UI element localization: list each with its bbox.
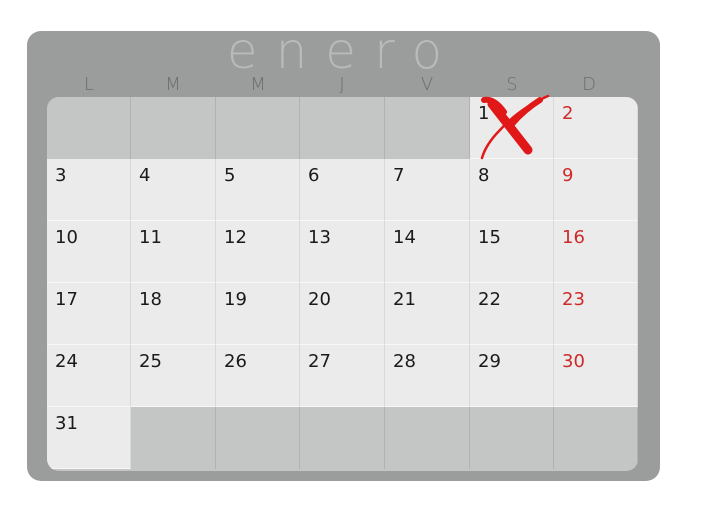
day-number: 9 (562, 165, 574, 186)
day-cell[interactable]: 22 (470, 283, 554, 345)
day-number: 31 (55, 413, 78, 434)
empty-cell (216, 97, 300, 159)
empty-cell (131, 407, 216, 469)
day-cell[interactable]: 12 (216, 221, 300, 283)
day-cell[interactable]: 16 (554, 221, 638, 283)
day-number: 30 (562, 351, 585, 372)
day-number: 18 (139, 289, 162, 310)
day-cell[interactable]: 25 (131, 345, 216, 407)
day-number: 24 (55, 351, 78, 372)
day-number: 6 (308, 165, 320, 186)
day-number: 10 (55, 227, 78, 248)
day-cell[interactable]: 23 (554, 283, 638, 345)
day-cell[interactable]: 27 (300, 345, 385, 407)
weekday-label: D (582, 74, 596, 95)
day-cell[interactable]: 21 (385, 283, 470, 345)
day-number: 12 (224, 227, 247, 248)
day-number: 26 (224, 351, 247, 372)
day-cell[interactable]: 13 (300, 221, 385, 283)
day-number: 14 (393, 227, 416, 248)
day-number: 8 (478, 165, 490, 186)
weekday-label: L (83, 74, 95, 95)
day-cell[interactable]: 18 (131, 283, 216, 345)
day-cell[interactable]: 10 (47, 221, 131, 283)
month-title: enero (226, 22, 461, 80)
weekday-label: J (339, 74, 345, 95)
day-number: 22 (478, 289, 501, 310)
empty-cell (216, 407, 300, 469)
empty-cell (554, 407, 638, 469)
day-cell[interactable]: 4 (131, 159, 216, 221)
day-number: 16 (562, 227, 585, 248)
day-number: 21 (393, 289, 416, 310)
day-number: 27 (308, 351, 331, 372)
day-cell[interactable]: 7 (385, 159, 470, 221)
day-cell[interactable]: 19 (216, 283, 300, 345)
weekday-label: S (506, 74, 518, 95)
day-number: 28 (393, 351, 416, 372)
day-number: 4 (139, 165, 151, 186)
day-number: 25 (139, 351, 162, 372)
day-number: 13 (308, 227, 331, 248)
empty-cell (300, 97, 385, 159)
day-cell[interactable]: 3 (47, 159, 131, 221)
weekday-label: M (165, 74, 181, 95)
day-cell[interactable]: 8 (470, 159, 554, 221)
day-cell[interactable]: 31 (47, 407, 131, 469)
day-cell[interactable]: 26 (216, 345, 300, 407)
day-cell[interactable]: 30 (554, 345, 638, 407)
day-number: 3 (55, 165, 67, 186)
day-number: 15 (478, 227, 501, 248)
day-number: 19 (224, 289, 247, 310)
day-number: 29 (478, 351, 501, 372)
empty-cell (300, 407, 385, 469)
empty-cell (385, 407, 470, 469)
day-number: 7 (393, 165, 405, 186)
day-cell[interactable]: 2 (554, 97, 638, 159)
day-cell[interactable]: 5 (216, 159, 300, 221)
day-cell[interactable]: 20 (300, 283, 385, 345)
day-cell[interactable]: 14 (385, 221, 470, 283)
day-cell[interactable]: 29 (470, 345, 554, 407)
day-cell[interactable]: 9 (554, 159, 638, 221)
day-cell[interactable]: 28 (385, 345, 470, 407)
weekday-label: M (250, 74, 266, 95)
day-cell[interactable]: 6 (300, 159, 385, 221)
weekday-label: V (420, 74, 434, 95)
day-cell[interactable]: 17 (47, 283, 131, 345)
empty-cell (131, 97, 216, 159)
day-number: 23 (562, 289, 585, 310)
empty-cell (470, 407, 554, 469)
day-cell[interactable]: 11 (131, 221, 216, 283)
day-cell[interactable]: 24 (47, 345, 131, 407)
empty-cell (385, 97, 470, 159)
day-number: 20 (308, 289, 331, 310)
day-number: 2 (562, 103, 574, 124)
day-cell[interactable]: 15 (470, 221, 554, 283)
day-number: 11 (139, 227, 162, 248)
cross-mark-icon (480, 94, 550, 160)
day-number: 17 (55, 289, 78, 310)
day-number: 5 (224, 165, 236, 186)
empty-cell (47, 97, 131, 159)
